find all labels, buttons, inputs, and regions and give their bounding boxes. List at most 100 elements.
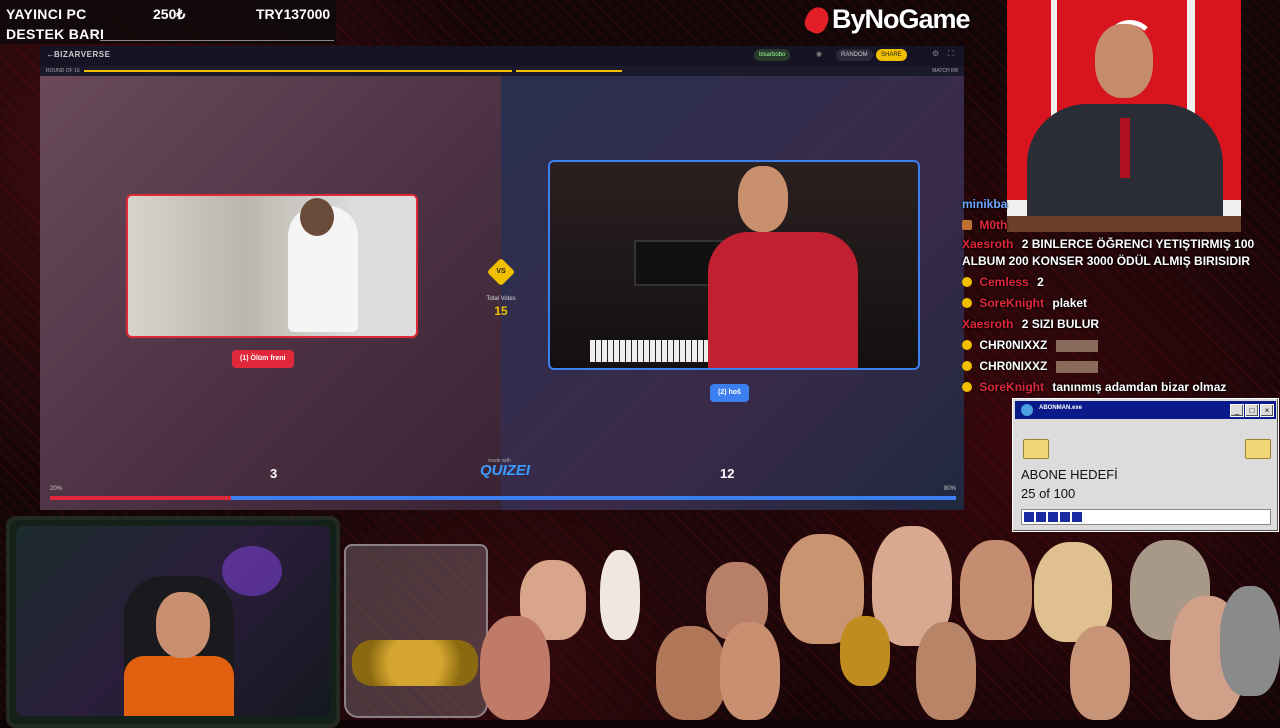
support-bar-label: DESTEK BARI <box>6 26 105 42</box>
chat-message: Xaesroth 2 SIZI BULUR <box>962 314 1280 335</box>
chat-message: Cemless 2 <box>962 272 1280 293</box>
tip-jar <box>344 544 488 718</box>
right-choice-label[interactable]: (2) hoš <box>710 384 749 402</box>
sub-goal-count: 25 of 100 <box>1021 486 1076 501</box>
brand-icon <box>801 3 833 36</box>
round-progress: ROUND OF 16 MATCH 8/8 <box>40 66 964 76</box>
chat-message: Xaesroth 2 BINLERCE ÖĞRENCI YETIŞTIRMIŞ … <box>962 236 1280 270</box>
round-label: ROUND OF 16 <box>46 68 80 74</box>
right-percent: 80% <box>943 486 956 492</box>
chat-user[interactable]: Xaesroth <box>962 317 1013 331</box>
chat-message: CHR0NIXXZ <box>962 335 1280 356</box>
total-votes-label: Total Votes <box>486 296 516 302</box>
coins <box>352 640 478 686</box>
animal-sticker <box>1220 586 1280 696</box>
face-sticker <box>480 616 550 720</box>
webcam-frame <box>6 516 340 728</box>
user-badge-icon <box>962 382 972 392</box>
sub-goal-window: ABONMAN.exe _ □ × ABONE HEDEFİ 25 of 100 <box>1012 398 1279 532</box>
face-sticker <box>1070 626 1130 720</box>
donation-goal: TRY137000 <box>256 6 331 22</box>
right-choice-video[interactable] <box>548 160 920 370</box>
chat-panel: minikba M0th Xaesroth 2 BINLERCE ÖĞRENCI… <box>962 194 1280 398</box>
chat-text: 2 SIZI BULUR <box>1021 317 1100 331</box>
vs-badge: VS <box>486 257 516 287</box>
webcam-feed <box>16 526 330 716</box>
folder-icon <box>1023 439 1049 459</box>
vs-text: VS <box>496 268 506 275</box>
window-title: ABONMAN.exe <box>1039 405 1083 411</box>
chat-user[interactable]: Xaesroth <box>962 237 1013 251</box>
chat-user[interactable]: CHR0NIXXZ <box>979 359 1047 373</box>
tie <box>1120 118 1130 178</box>
app-icon <box>1021 404 1033 416</box>
left-choice-label[interactable]: (1) Ölüm freni <box>232 350 294 368</box>
vote-split-bar <box>50 496 956 500</box>
game-window: ← BIZARVERSE bisarbobo RANDOM SHARE ◉ ⚙ … <box>40 46 964 510</box>
emote-icon <box>1055 339 1098 352</box>
left-choice-video[interactable] <box>126 194 418 338</box>
purple-light <box>222 546 282 596</box>
share-button[interactable]: SHARE <box>876 49 907 61</box>
left-percent: 20% <box>50 486 63 492</box>
chat-text: plaket <box>1052 296 1088 310</box>
keyboard-instrument <box>590 340 720 362</box>
random-button[interactable]: RANDOM <box>836 49 873 61</box>
face-sticker <box>916 622 976 720</box>
game-header: ← BIZARVERSE bisarbobo RANDOM SHARE ◉ ⚙ … <box>40 46 964 66</box>
person-head <box>300 198 334 236</box>
brand-logo: ByNoGame <box>801 3 971 36</box>
game-title: BIZARVERSE <box>54 50 111 59</box>
user-badge-icon <box>962 361 972 371</box>
chat-message: M0th <box>962 215 1280 236</box>
chat-user[interactable]: minikba <box>962 197 1007 211</box>
left-vote-count: 3 <box>270 466 278 481</box>
streamer-face <box>156 592 210 658</box>
face <box>1095 24 1153 98</box>
chat-message: CHR0NIXXZ <box>962 356 1280 377</box>
face-sticker <box>840 616 890 686</box>
sub-goal-progress <box>1021 509 1271 525</box>
person-shirt <box>708 232 858 368</box>
person-head <box>738 166 788 232</box>
eye-icon[interactable]: ◉ <box>816 50 822 58</box>
face-collage <box>480 526 1280 720</box>
chat-user[interactable]: CHR0NIXXZ <box>979 338 1047 352</box>
chat-message: SoreKnight tanınmış adamdan bizar olmaz <box>962 377 1280 398</box>
sub-goal-progress-fill <box>1024 512 1082 522</box>
emote-icon <box>1055 360 1098 373</box>
donation-label: YAYINCI PC <box>6 6 87 22</box>
face-sticker <box>720 622 780 720</box>
chat-text: 2 <box>1037 275 1044 289</box>
quizei-logo[interactable]: QUIZEI <box>480 462 530 479</box>
face-sticker <box>656 626 726 720</box>
user-badge-icon <box>962 340 972 350</box>
maximize-icon[interactable]: □ <box>1245 404 1259 417</box>
chat-message: minikba <box>962 194 1280 215</box>
left-vote-fill <box>50 496 232 500</box>
brand-name: ByNoGame <box>832 4 971 34</box>
user-badge-icon <box>962 220 972 230</box>
donation-amount: 250₺ <box>153 6 186 22</box>
sub-goal-title: ABONE HEDEFİ <box>1021 467 1118 482</box>
minimize-icon[interactable]: _ <box>1230 404 1244 417</box>
user-badge-icon <box>962 277 972 287</box>
chat-user[interactable]: Cemless <box>979 275 1028 289</box>
round-segment-2 <box>516 70 622 72</box>
round-segment-1 <box>84 70 512 72</box>
folder-icon <box>1245 439 1271 459</box>
total-votes-count: 15 <box>494 304 508 318</box>
user-pill[interactable]: bisarbobo <box>754 49 791 61</box>
divider <box>100 40 334 41</box>
chat-user[interactable]: SoreKnight <box>979 296 1044 310</box>
donation-bar: YAYINCI PC 250₺ TRY137000 DESTEK BARI <box>0 0 336 44</box>
settings-icon[interactable]: ⚙ <box>932 49 939 58</box>
chat-user[interactable]: SoreKnight <box>979 380 1044 394</box>
match-label: MATCH 8/8 <box>932 68 958 74</box>
chat-text: tanınmış adamdan bizar olmaz <box>1052 380 1227 394</box>
close-icon[interactable]: × <box>1260 404 1274 417</box>
chat-user[interactable]: M0th <box>979 218 1007 232</box>
icecream-sticker <box>600 550 640 640</box>
orange-vest <box>124 656 234 716</box>
fullscreen-icon[interactable]: ⛶ <box>948 49 954 59</box>
